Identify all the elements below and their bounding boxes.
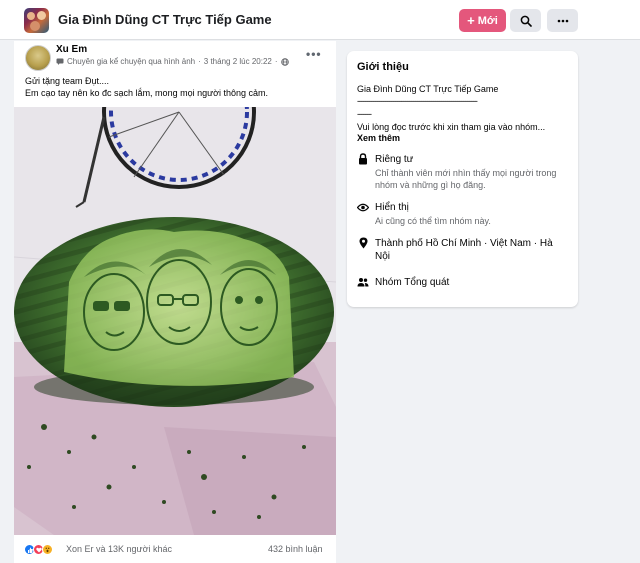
new-button-label: Mới: [477, 14, 498, 27]
visibility-info: Hiển thị Ai cũng có thể tìm nhóm này.: [357, 201, 572, 231]
post-options-icon[interactable]: •••: [306, 47, 322, 61]
new-post-button[interactable]: + Mới: [459, 9, 506, 32]
location-info: Thành phố Hồ Chí Minh · Việt Nam · Hà Nộ…: [357, 237, 572, 265]
author-badge: Chuyên gia kể chuyện qua hình ảnh: [67, 57, 196, 66]
post-text-line: Gửi tặng team Đụt....: [25, 76, 110, 86]
post-photo[interactable]: [14, 107, 336, 535]
group-avatar[interactable]: [24, 8, 49, 33]
group-type-info: Nhóm Tổng quát: [357, 276, 572, 290]
group-title[interactable]: Gia Đình Dũng CT Trực Tiếp Game: [58, 12, 272, 27]
author-avatar[interactable]: [25, 45, 51, 71]
group-type-text: Nhóm Tổng quát: [375, 277, 450, 288]
post-card: Xu Em Chuyên gia kể chuyện qua hình ảnh …: [14, 41, 336, 563]
reaction-icons[interactable]: [24, 544, 53, 555]
people-icon: [357, 276, 369, 288]
post-text-line: Em cạo tay nên ko đc sạch lắm, mong mọi …: [25, 88, 269, 98]
globe-icon: [280, 57, 289, 66]
eye-icon: [357, 201, 369, 213]
post-meta: Chuyên gia kể chuyện qua hình ảnh · 3 th…: [56, 57, 289, 66]
privacy-title: Riêng tư: [375, 154, 414, 165]
badge-icon: [56, 58, 64, 65]
post-date[interactable]: 3 tháng 2 lúc 20:22: [204, 57, 272, 66]
about-panel: Giới thiệu Gia Đình Dũng CT Trực Tiếp Ga…: [347, 51, 578, 307]
more-icon: [557, 19, 568, 22]
privacy-info: Riêng tư Chỉ thành viên mới nhìn thấy mọ…: [357, 153, 572, 197]
about-divider-text: -------: [357, 109, 372, 119]
meta-separator: ·: [274, 57, 278, 66]
see-more-link[interactable]: Xem thêm: [357, 133, 400, 143]
visibility-description: Ai cũng có thể tìm nhóm này.: [375, 216, 491, 226]
lock-icon: [357, 153, 369, 165]
watermelon-carving-image: [14, 107, 336, 535]
comments-count[interactable]: 432 bình luận: [268, 544, 323, 554]
about-rules-text: Vui lòng đọc trước khi xin tham gia vào …: [357, 122, 546, 132]
privacy-description: Chỉ thành viên mới nhìn thấy mọi người t…: [375, 168, 557, 190]
about-title: Giới thiệu: [357, 61, 409, 73]
post-text: Gửi tặng team Đụt.... Em cạo tay nên ko …: [25, 75, 268, 99]
visibility-title: Hiển thị: [375, 202, 409, 213]
search-icon: [520, 15, 532, 27]
about-divider-text: ----------------------------------------…: [357, 96, 478, 106]
author-name[interactable]: Xu Em: [56, 44, 87, 55]
reactions-summary[interactable]: Xon Er và 13K người khác: [66, 544, 172, 554]
plus-icon: +: [467, 12, 475, 28]
top-bar: Gia Đình Dũng CT Trực Tiếp Game + Mới: [0, 0, 640, 40]
wow-icon: [42, 544, 53, 555]
more-button[interactable]: [547, 9, 578, 32]
location-text[interactable]: Thành phố Hồ Chí Minh · Việt Nam · Hà Nộ…: [375, 237, 570, 263]
location-pin-icon: [357, 237, 369, 249]
about-description: Gia Đình Dũng CT Trực Tiếp Game: [357, 84, 499, 94]
search-button[interactable]: [510, 9, 541, 32]
meta-separator: ·: [198, 57, 201, 66]
